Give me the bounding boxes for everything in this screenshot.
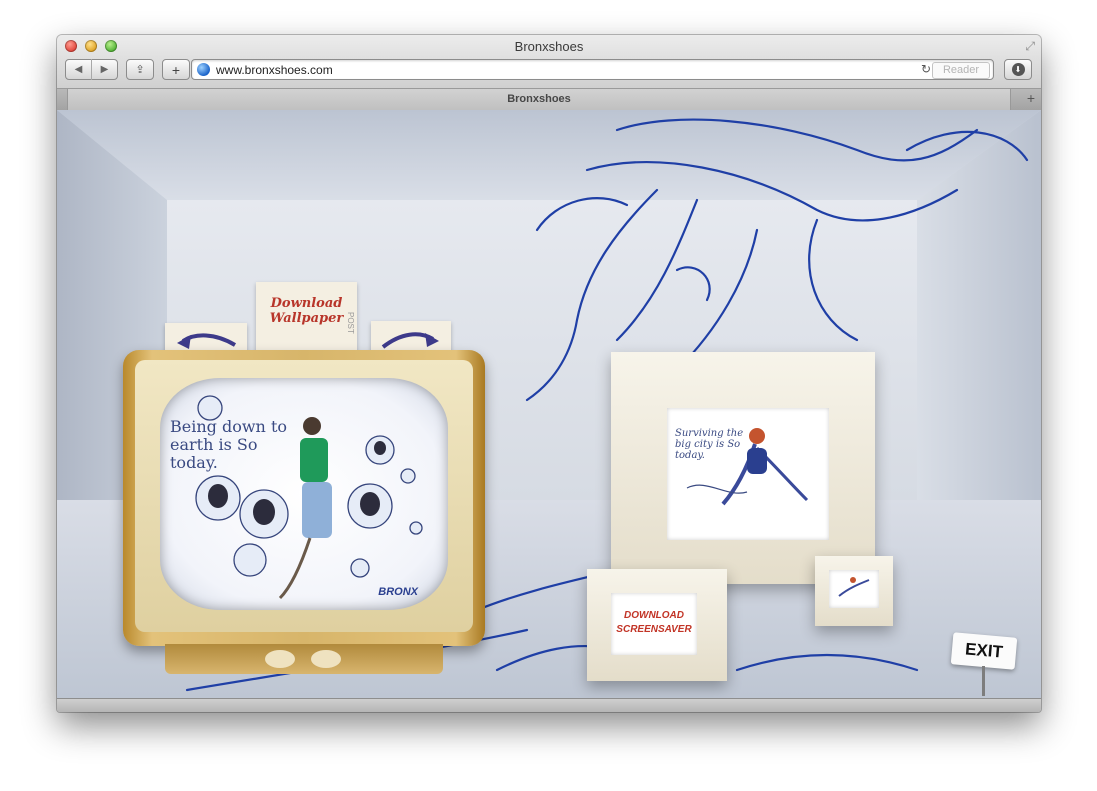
reload-icon[interactable]: ↻ [921,62,931,76]
tv-speaker-base [165,644,443,674]
download-icon: ⬇ [1011,63,1025,76]
screensaver-frame[interactable]: DOWNLOAD SCREENSAVER [587,569,727,681]
tab-bronxshoes[interactable]: Bronxshoes [67,89,1011,110]
retro-tv[interactable]: Being down to earth is So today. BRONX [123,350,485,646]
globe-icon [197,63,210,76]
small-frame-artwork [829,570,879,608]
card-side-label: POST [346,312,355,334]
runner-illustration [686,428,809,506]
big-frame-artwork: Surviving the big city is So today. [667,408,829,540]
tv-bezel: Being down to earth is So today. BRONX [135,360,473,632]
tv-knob-left [265,650,295,668]
small-runner-illustration [838,577,870,597]
add-bookmark-button[interactable]: + [162,59,190,80]
bubble-illustration [195,395,423,600]
screensaver-card: DOWNLOAD SCREENSAVER [611,593,697,655]
exit-sign-post [982,666,985,696]
window-title: Bronxshoes [514,39,584,54]
browser-window: Bronxshoes ⤢ ◀ ▶ ⇪ + www.bronxshoes.com … [57,35,1041,712]
small-picture-frame[interactable] [815,556,893,626]
download-wallpaper-label: Download Wallpaper [269,296,344,326]
share-button[interactable]: ⇪ [126,59,154,80]
download-screensaver-label: DOWNLOAD SCREENSAVER [616,610,692,635]
back-forward-group: ◀ ▶ [65,59,118,80]
exit-sign-button[interactable]: EXIT [950,632,1018,670]
reader-button[interactable]: Reader [932,62,990,79]
tv-brand-text: BRONX [378,586,418,598]
tv-knob-right [311,650,341,668]
web-content: Download Wallpaper POST Being down to ea… [57,110,1041,698]
new-tab-icon[interactable]: + [1027,90,1035,106]
back-button[interactable]: ◀ [66,64,91,75]
forward-button[interactable]: ▶ [92,64,117,75]
title-bar: Bronxshoes ⤢ ◀ ▶ ⇪ + www.bronxshoes.com … [57,35,1041,89]
downloads-button[interactable]: ⬇ [1004,59,1032,80]
tab-bar: Bronxshoes + [57,89,1041,111]
tv-screen: Being down to earth is So today. BRONX [160,378,448,610]
url-text[interactable]: www.bronxshoes.com [216,63,333,77]
address-bar[interactable]: www.bronxshoes.com ↻ Reader [191,59,994,80]
fullscreen-icon[interactable]: ⤢ [1025,39,1035,54]
status-bar [57,698,1041,712]
big-picture-frame[interactable]: Surviving the big city is So today. [611,352,875,584]
